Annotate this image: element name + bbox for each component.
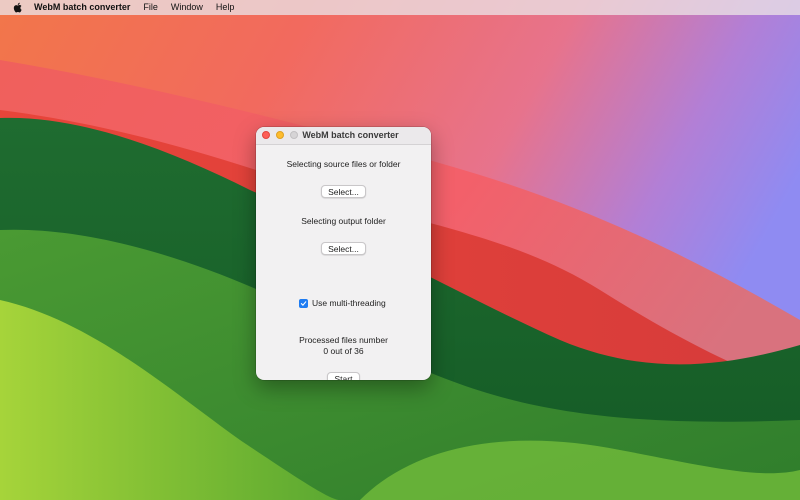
multithreading-checkbox[interactable] [299,298,308,308]
window-content: Selecting source files or folder Select.… [256,145,431,380]
window-titlebar[interactable]: WebM batch converter [256,127,431,145]
multithreading-label: Use multi-threading [312,298,386,308]
menu-app-name[interactable]: WebM batch converter [34,0,130,15]
source-label: Selecting source files or folder [286,159,401,169]
menu-help[interactable]: Help [216,0,235,15]
desktop: WebM batch converter File Window Help We… [0,0,800,500]
converter-window: WebM batch converter Selecting source fi… [256,127,431,380]
menu-window[interactable]: Window [171,0,203,15]
apple-logo-icon[interactable] [13,2,23,13]
processed-count: 0 out of 36 [323,346,364,356]
processed-label: Processed files number [299,335,388,345]
multithreading-option[interactable]: Use multi-threading [299,298,386,308]
menu-bar: WebM batch converter File Window Help [0,0,800,15]
select-source-button[interactable]: Select... [321,185,366,198]
output-label: Selecting output folder [301,216,386,226]
menu-file[interactable]: File [143,0,158,15]
start-button[interactable]: Start [327,372,360,380]
select-output-button[interactable]: Select... [321,242,366,255]
checkmark-icon [300,300,307,306]
window-title: WebM batch converter [302,130,399,140]
